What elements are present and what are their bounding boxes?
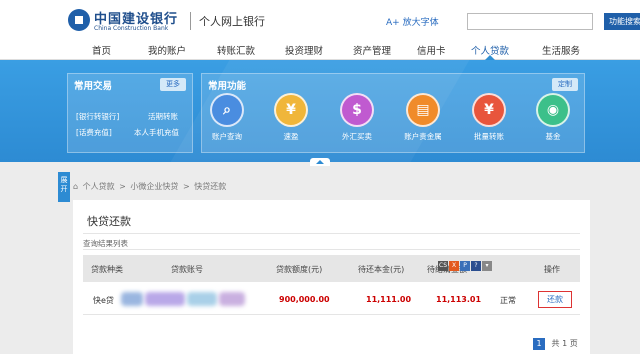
top-bar: 中国建设银行 China Construction Bank 个人网上银行 A+… bbox=[0, 0, 640, 40]
func-su-ying[interactable]: ¥ 速盈 bbox=[266, 93, 316, 151]
table-header: 贷款种类 贷款账号 贷款额度(元) 待还本金(元) 待结清金额 操作 CSXP?… bbox=[83, 255, 580, 282]
account-query-icon: ⌕ bbox=[210, 93, 244, 127]
func-batch-transfer[interactable]: ¥ 批量转账 bbox=[464, 93, 514, 151]
main-nav: 首页 我的账户 转账汇款 投资理财 资产管理 信用卡 个人贷款 生活服务 bbox=[0, 40, 640, 60]
nav-transfer[interactable]: 转账汇款 bbox=[217, 43, 255, 57]
nav-asset-management[interactable]: 资产管理 bbox=[353, 43, 391, 57]
bank-name-en: China Construction Bank bbox=[94, 25, 169, 32]
func-label: 账户查询 bbox=[212, 132, 242, 141]
nav-life-service[interactable]: 生活服务 bbox=[542, 43, 580, 57]
breadcrumb-separator: > bbox=[119, 182, 126, 191]
cell-loan-type: 快e贷 bbox=[93, 296, 114, 305]
col-action: 操作 bbox=[544, 265, 560, 274]
func-account-query[interactable]: ⌕ 账户查询 bbox=[202, 93, 252, 151]
common-trade-panel: 常用交易 更多 [银行转银行] 活期转账 [话费充值] 本人手机充值 bbox=[67, 73, 193, 153]
pagination: 1 共 1 页 bbox=[533, 338, 578, 350]
common-trade-title: 常用交易 bbox=[74, 81, 113, 92]
col-loan-limit: 贷款额度(元) bbox=[276, 265, 323, 274]
result-divider bbox=[83, 249, 580, 250]
fund-icon: ◉ bbox=[536, 93, 570, 127]
col-loan-account: 贷款账号 bbox=[171, 265, 203, 274]
function-search-button[interactable]: 功能搜索 bbox=[604, 13, 640, 30]
title-divider bbox=[83, 233, 580, 234]
breadcrumb: ⌂ 个人贷款 > 小微企业快贷 > 快贷还款 bbox=[73, 181, 228, 192]
cell-loan-limit: 900,000.00 bbox=[279, 295, 330, 304]
home-icon[interactable]: ⌂ bbox=[73, 182, 78, 191]
page-title: 快贷还款 bbox=[87, 215, 131, 228]
func-label: 批量转账 bbox=[474, 132, 504, 141]
help-icon[interactable]: ? bbox=[471, 261, 481, 271]
print-icon[interactable]: P bbox=[460, 261, 470, 271]
cell-principal: 11,111.00 bbox=[366, 295, 412, 304]
page-total: 共 1 页 bbox=[551, 339, 578, 348]
repay-button[interactable]: 还款 bbox=[538, 291, 572, 308]
func-gold[interactable]: ▤ 账户贵金属 bbox=[398, 93, 448, 151]
site-name: 个人网上银行 bbox=[199, 15, 265, 28]
cell-settle-amount: 11,113.01 bbox=[436, 295, 482, 304]
quick-link-phone-recharge[interactable]: [话费充值] bbox=[76, 127, 112, 138]
col-loan-type: 贷款种类 bbox=[91, 265, 123, 274]
nav-my-account[interactable]: 我的账户 bbox=[148, 43, 186, 57]
breadcrumb-separator: > bbox=[182, 182, 190, 191]
common-function-title: 常用功能 bbox=[208, 81, 247, 92]
func-label: 基金 bbox=[545, 132, 561, 141]
quick-link-current-transfer[interactable]: 活期转账 bbox=[148, 111, 178, 122]
font-size-icon: A+ bbox=[386, 18, 400, 28]
breadcrumb-item[interactable]: 小微企业快贷 bbox=[130, 182, 178, 191]
table-row: 快e贷 900,000.00 11,111.00 11,113.01 正常 还款 bbox=[83, 285, 580, 315]
quick-link-bank-transfer[interactable]: [银行转银行] bbox=[76, 111, 119, 122]
forex-icon: $ bbox=[340, 93, 374, 127]
table-toolbar: CS X P? ▾ bbox=[438, 260, 493, 271]
common-function-panel: 常用功能 定制 ⌕ 账户查询 ¥ 速盈 $ 外汇买卖 ▤ 账户贵金属 ¥ 批量转… bbox=[201, 73, 585, 153]
header-divider bbox=[190, 12, 191, 30]
side-expand-tab[interactable]: 展开 bbox=[58, 172, 70, 202]
page-number-current[interactable]: 1 bbox=[533, 338, 545, 350]
func-forex[interactable]: $ 外汇买卖 bbox=[332, 93, 382, 151]
col-principal: 待还本金(元) bbox=[358, 265, 405, 274]
dropdown-icon[interactable]: ▾ bbox=[482, 261, 492, 271]
excel-icon[interactable]: X bbox=[449, 261, 459, 271]
banner-collapse-toggle[interactable] bbox=[310, 158, 330, 166]
result-list-label: 查询结果列表 bbox=[83, 239, 128, 248]
batch-transfer-icon: ¥ bbox=[472, 93, 506, 127]
cell-status: 正常 bbox=[500, 296, 516, 305]
breadcrumb-item[interactable]: 个人贷款 bbox=[83, 182, 115, 191]
func-label: 账户贵金属 bbox=[404, 132, 442, 141]
csv-icon[interactable]: CS bbox=[438, 261, 448, 271]
common-trade-more-button[interactable]: 更多 bbox=[160, 78, 186, 91]
font-size-toggle[interactable]: A+ 放大字体 bbox=[386, 15, 439, 28]
breadcrumb-current: 快贷还款 bbox=[194, 182, 227, 191]
ccb-logo-icon[interactable] bbox=[68, 9, 90, 31]
quick-access-banner: 常用交易 更多 [银行转银行] 活期转账 [话费充值] 本人手机充值 常用功能 … bbox=[0, 60, 640, 162]
nav-investment[interactable]: 投资理财 bbox=[285, 43, 323, 57]
func-label: 外汇买卖 bbox=[342, 132, 372, 141]
main-content: 快贷还款 查询结果列表 贷款种类 贷款账号 贷款额度(元) 待还本金(元) 待结… bbox=[73, 200, 590, 354]
func-fund[interactable]: ◉ 基金 bbox=[528, 93, 578, 151]
function-search-input[interactable] bbox=[467, 13, 593, 30]
common-function-customize-button[interactable]: 定制 bbox=[552, 78, 578, 91]
su-ying-icon: ¥ bbox=[274, 93, 308, 127]
nav-credit-card[interactable]: 信用卡 bbox=[417, 43, 446, 57]
nav-home[interactable]: 首页 bbox=[92, 43, 111, 57]
quick-link-own-phone-recharge[interactable]: 本人手机充值 bbox=[134, 127, 179, 138]
func-label: 速盈 bbox=[283, 132, 299, 141]
gold-icon: ▤ bbox=[406, 93, 440, 127]
font-size-label: 放大字体 bbox=[402, 18, 439, 28]
